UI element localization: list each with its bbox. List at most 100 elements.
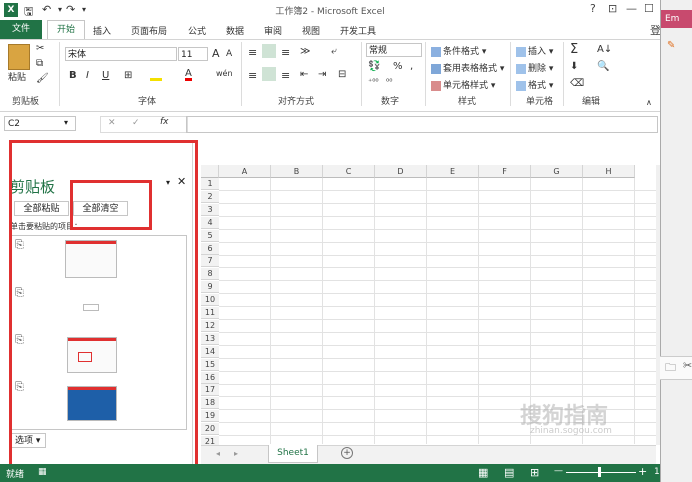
indent-icon[interactable]: ⇤ xyxy=(300,69,308,80)
bold-button[interactable]: B xyxy=(69,70,77,81)
paste-button[interactable]: 粘贴 xyxy=(8,70,26,83)
sheet-tab[interactable]: Sheet1 xyxy=(268,445,318,463)
zoom-out-icon[interactable]: — xyxy=(554,466,563,476)
number-format-select[interactable]: 常规 xyxy=(366,43,422,57)
next-sheet-icon[interactable]: ▸ xyxy=(234,449,238,458)
copy-icon[interactable]: ⧉ xyxy=(36,58,43,69)
format-painter-icon[interactable]: 🖌 xyxy=(36,73,49,84)
row-header[interactable]: 10 xyxy=(201,294,219,307)
zoom-slider-thumb[interactable] xyxy=(598,467,601,477)
clear-icon[interactable]: ⌫ xyxy=(570,78,584,89)
cancel-button[interactable]: ✕ xyxy=(108,118,116,128)
insert-function-button[interactable]: fx xyxy=(160,117,169,127)
column-header[interactable]: A xyxy=(219,165,271,178)
help-button[interactable]: ? xyxy=(590,2,596,15)
row-header[interactable]: 7 xyxy=(201,255,219,268)
format-as-table-button[interactable]: 套用表格格式 ▾ xyxy=(431,61,504,74)
row-header[interactable]: 12 xyxy=(201,319,219,332)
column-header[interactable]: B xyxy=(271,165,323,178)
page-layout-view-icon[interactable]: ▤ xyxy=(504,466,514,479)
font-name-select[interactable]: 宋体 xyxy=(65,47,177,61)
find-select-icon[interactable]: 🔍 xyxy=(597,61,609,72)
ribbon-display-button[interactable]: ⊡ xyxy=(608,2,617,15)
column-header[interactable]: H xyxy=(583,165,635,178)
autosum-button[interactable]: Σ xyxy=(570,42,578,57)
align-right-icon[interactable]: ≡ xyxy=(281,69,290,82)
zoom-slider[interactable] xyxy=(566,472,636,473)
comma-button[interactable]: , xyxy=(410,61,413,72)
row-header[interactable]: 8 xyxy=(201,268,219,281)
tab-home[interactable]: 开始 xyxy=(47,20,85,39)
percent-button[interactable]: % xyxy=(393,61,403,72)
row-header[interactable]: 18 xyxy=(201,397,219,410)
select-all-corner[interactable] xyxy=(201,165,219,178)
prev-sheet-icon[interactable]: ◂ xyxy=(216,449,220,458)
enter-button[interactable]: ✓ xyxy=(132,118,140,128)
shrink-font-button[interactable]: A xyxy=(226,49,232,59)
cut-icon[interactable]: ✂ xyxy=(36,43,44,54)
row-header[interactable]: 11 xyxy=(201,307,219,319)
row-header[interactable]: 6 xyxy=(201,242,219,255)
tab-formulas[interactable]: 公式 xyxy=(188,24,206,37)
normal-view-icon[interactable]: ▦ xyxy=(478,466,488,479)
cell-styles-button[interactable]: 单元格样式 ▾ xyxy=(431,78,495,91)
row-header[interactable]: 17 xyxy=(201,384,219,397)
sort-filter-icon[interactable]: A↓ xyxy=(597,44,612,55)
italic-button[interactable]: I xyxy=(86,70,89,81)
page-break-view-icon[interactable]: ⊞ xyxy=(530,466,539,479)
font-color-button[interactable]: A xyxy=(185,69,192,81)
macro-record-icon[interactable]: ▦ xyxy=(38,467,47,477)
row-header[interactable]: 19 xyxy=(201,410,219,423)
column-header[interactable]: E xyxy=(427,165,479,178)
fill-color-icon[interactable] xyxy=(150,70,162,81)
tab-insert[interactable]: 插入 xyxy=(93,24,111,37)
tab-view[interactable]: 视图 xyxy=(302,24,320,37)
add-sheet-icon[interactable]: + xyxy=(341,447,353,459)
folder-icon[interactable]: 🗀 xyxy=(665,359,676,378)
decrease-decimal-icon[interactable]: ⁰⁰ xyxy=(386,77,392,86)
align-left-icon[interactable]: ≡ xyxy=(248,69,257,82)
row-header[interactable]: 14 xyxy=(201,345,219,358)
tab-developer[interactable]: 开发工具 xyxy=(340,24,376,37)
side-window-tab[interactable]: Em xyxy=(661,10,692,28)
tab-review[interactable]: 审阅 xyxy=(264,24,282,37)
outdent-icon[interactable]: ⇥ xyxy=(318,69,326,80)
minimize-button[interactable]: — xyxy=(626,2,637,15)
underline-button[interactable]: U xyxy=(102,70,109,81)
scissors-icon[interactable]: ✂ xyxy=(683,359,692,372)
border-icon[interactable]: ⊞ xyxy=(124,70,132,81)
align-middle-icon[interactable] xyxy=(262,44,276,58)
row-header[interactable]: 15 xyxy=(201,358,219,371)
increase-decimal-icon[interactable]: ⁺⁰⁰ xyxy=(368,77,379,86)
currency-icon[interactable]: 💱 xyxy=(368,61,380,72)
chevron-down-icon[interactable]: ▾ xyxy=(64,118,68,127)
row-header[interactable]: 5 xyxy=(201,229,219,242)
maximize-button[interactable]: ☐ xyxy=(644,2,654,15)
column-header[interactable]: D xyxy=(375,165,427,178)
grow-font-button[interactable]: A xyxy=(212,47,220,60)
column-header[interactable]: G xyxy=(531,165,583,178)
conditional-format-button[interactable]: 条件格式 ▾ xyxy=(431,44,486,57)
column-header[interactable]: F xyxy=(479,165,531,178)
collapse-ribbon-icon[interactable]: ∧ xyxy=(646,98,652,107)
align-center-icon[interactable] xyxy=(262,67,276,81)
side-app-icon[interactable]: ✎ xyxy=(667,40,675,51)
row-header[interactable]: 4 xyxy=(201,216,219,229)
fill-icon[interactable]: ⬇ xyxy=(570,61,578,72)
tab-file[interactable]: 文件 xyxy=(0,20,42,39)
row-header[interactable]: 16 xyxy=(201,371,219,384)
format-cells-button[interactable]: 格式 ▾ xyxy=(516,78,553,91)
column-header[interactable]: C xyxy=(323,165,375,178)
row-header[interactable]: 13 xyxy=(201,332,219,345)
insert-cells-button[interactable]: 插入 ▾ xyxy=(516,44,553,57)
row-header[interactable]: 3 xyxy=(201,203,219,216)
align-top-icon[interactable]: ≡ xyxy=(248,46,257,59)
tab-page-layout[interactable]: 页面布局 xyxy=(131,24,167,37)
phonetic-button[interactable]: wén xyxy=(216,69,233,78)
align-bottom-icon[interactable]: ≡ xyxy=(281,46,290,59)
font-size-select[interactable]: 11 xyxy=(178,47,208,61)
row-header[interactable]: 20 xyxy=(201,423,219,436)
paste-icon[interactable] xyxy=(8,44,30,70)
row-header[interactable]: 1 xyxy=(201,178,219,190)
merge-icon[interactable]: ⊟ xyxy=(338,69,346,80)
